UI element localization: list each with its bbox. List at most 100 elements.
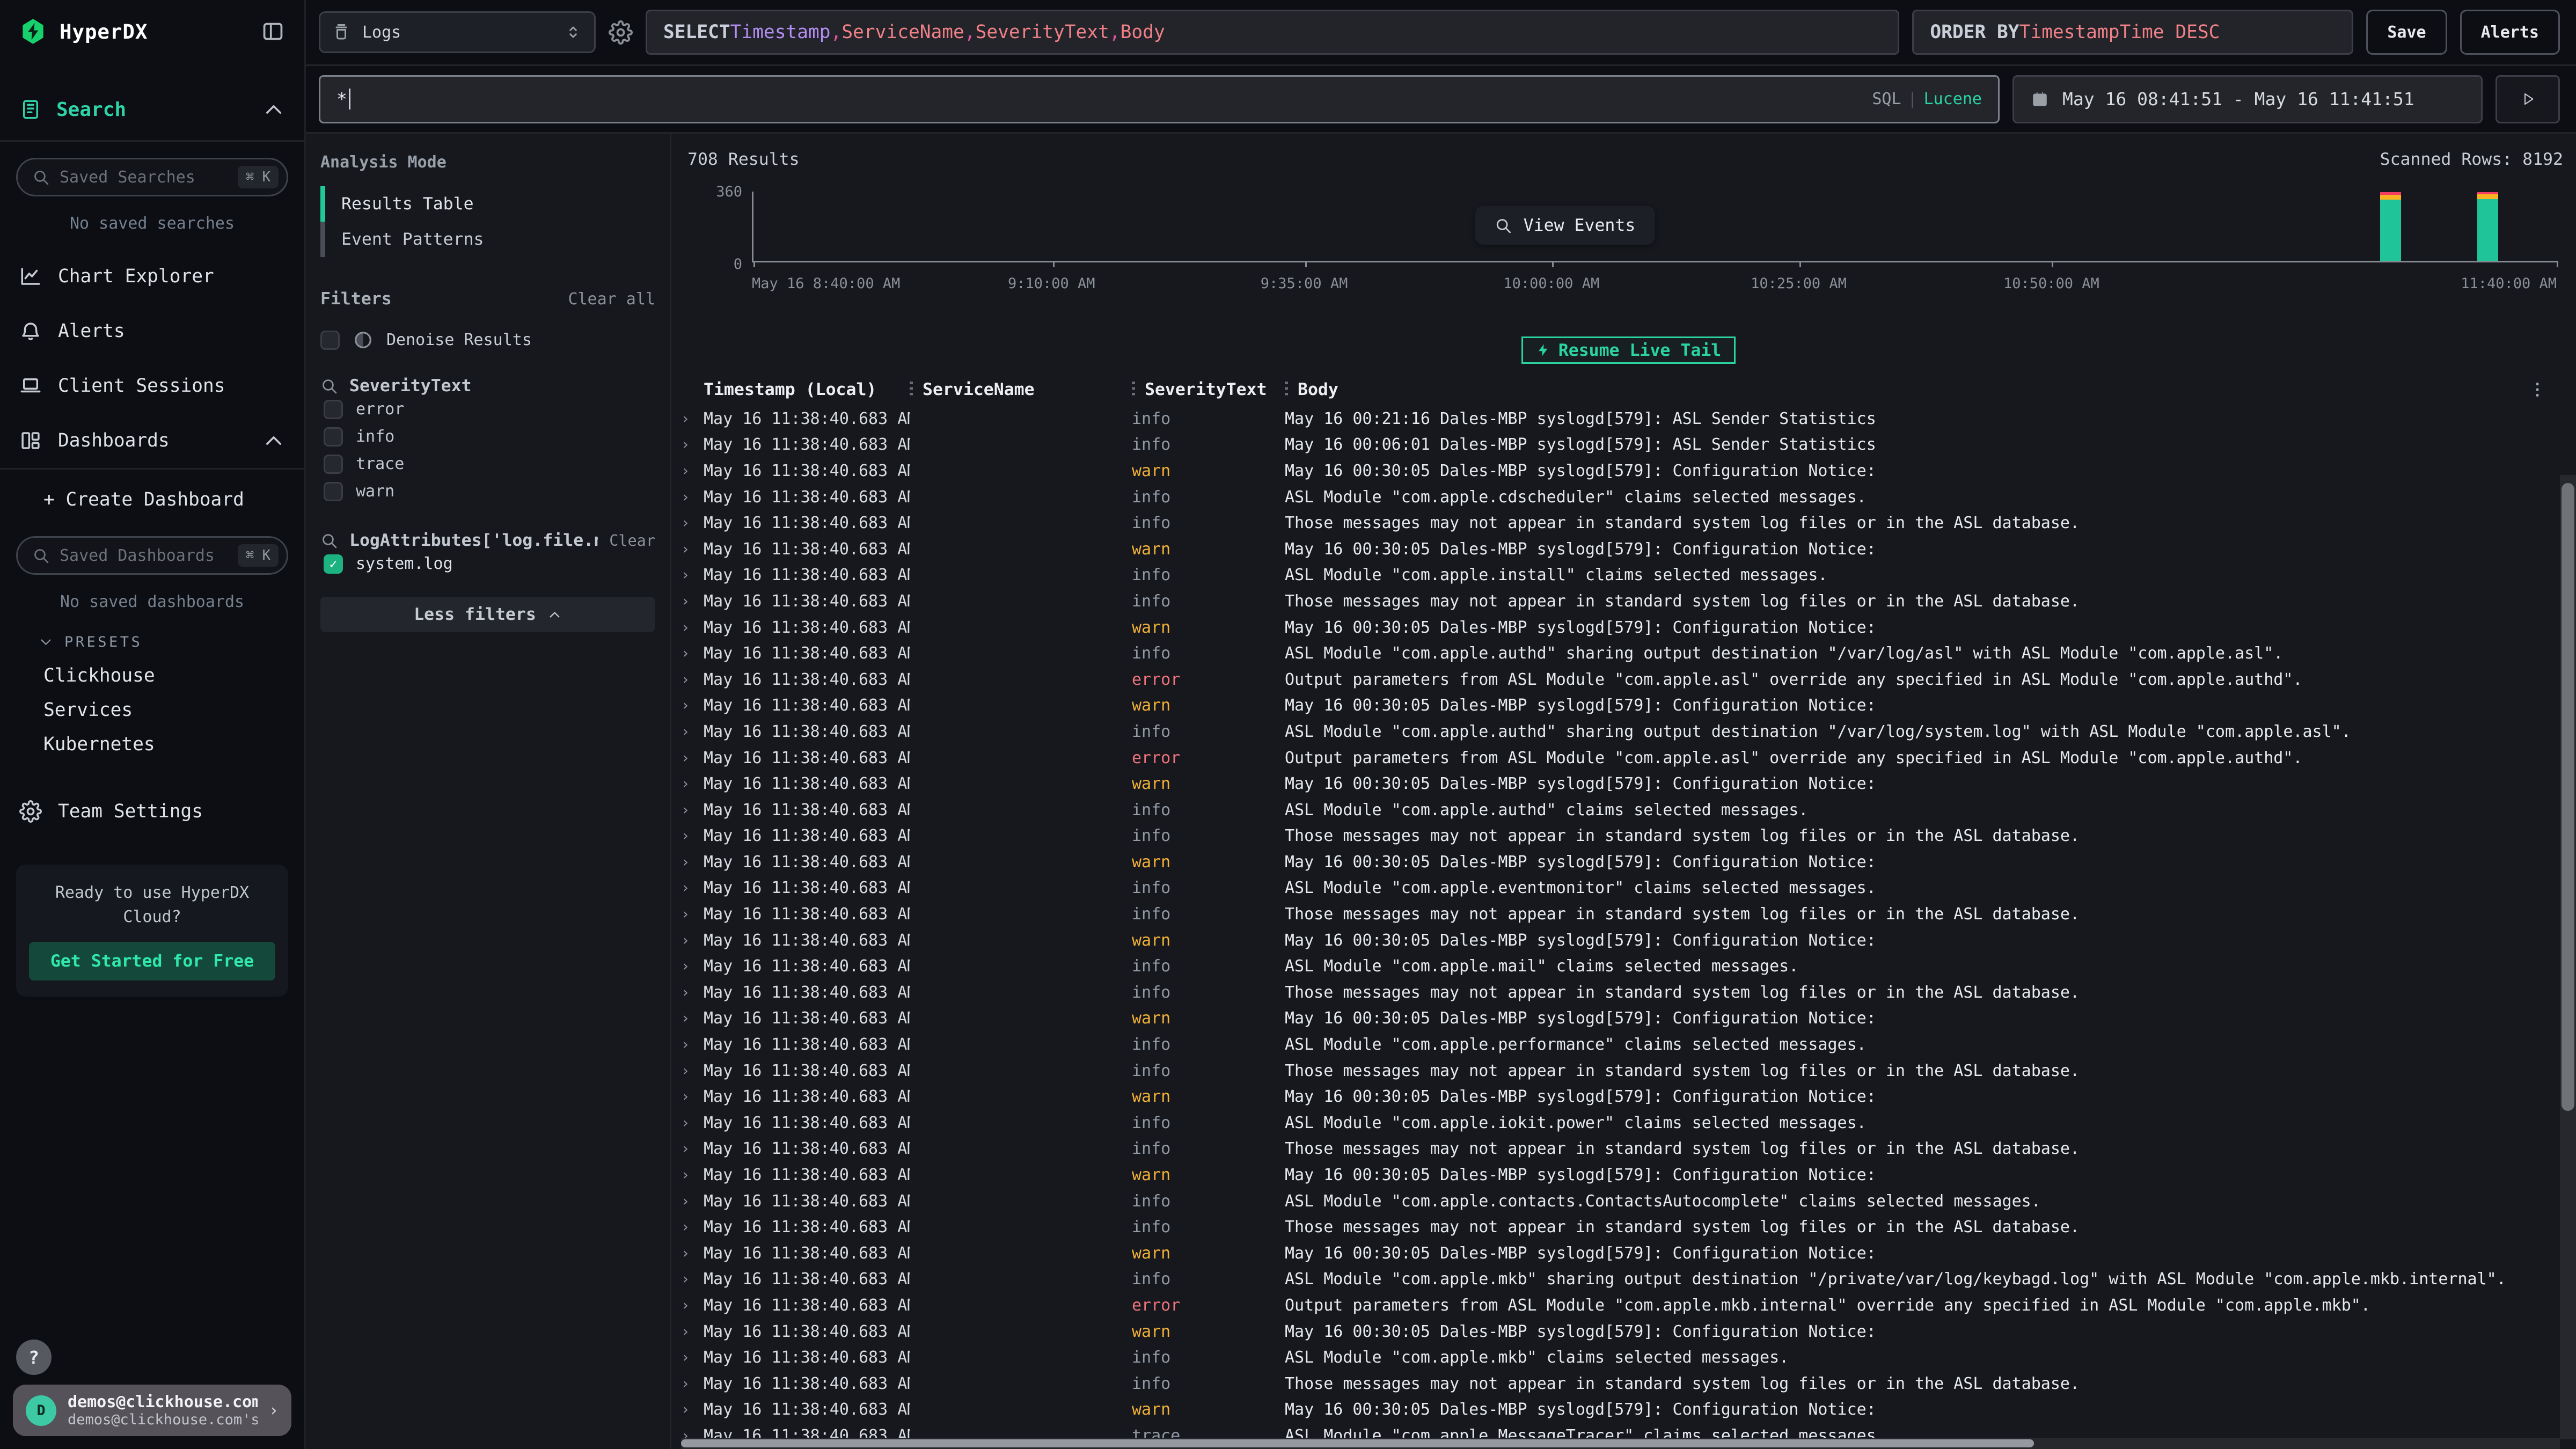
row-expand-icon[interactable]: › (681, 750, 704, 766)
checkbox[interactable] (324, 482, 343, 501)
table-row[interactable]: ›May 16 11:38:40.683 AMinfoASL Module "c… (681, 953, 2553, 979)
row-expand-icon[interactable]: › (681, 1375, 704, 1392)
search-icon[interactable] (320, 377, 338, 395)
table-row[interactable]: ›May 16 11:38:40.683 AMwarnMay 16 00:30:… (681, 1319, 2553, 1345)
row-expand-icon[interactable]: › (681, 436, 704, 453)
date-range-picker[interactable]: May 16 08:41:51 - May 16 11:41:51 (2012, 75, 2483, 123)
table-row[interactable]: ›May 16 11:38:40.683 AMwarnMay 16 00:30:… (681, 458, 2553, 484)
table-row[interactable]: ›May 16 11:38:40.683 AMerrorOutput param… (681, 1292, 2553, 1319)
histogram-bar[interactable] (2380, 192, 2401, 261)
sidebar-collapse-icon[interactable] (261, 19, 285, 43)
sidebar-item-search[interactable]: Search (0, 87, 304, 140)
clear-link[interactable]: Clear (609, 532, 655, 550)
select-columns-input[interactable]: SELECT Timestamp, ServiceName, SeverityT… (646, 10, 1899, 55)
filter-option-info[interactable]: info (320, 423, 655, 450)
histogram-bar[interactable] (2477, 192, 2498, 261)
sidebar-item-team-settings[interactable]: Team Settings (0, 784, 304, 839)
mode-event-patterns[interactable]: Event Patterns (320, 222, 655, 257)
checkbox[interactable] (324, 400, 343, 419)
table-row[interactable]: ›May 16 11:38:40.683 AMinfoMay 16 00:21:… (681, 406, 2553, 432)
table-row[interactable]: ›May 16 11:38:40.683 AMinfoThose message… (681, 1214, 2553, 1240)
table-row[interactable]: ›May 16 11:38:40.683 AMinfoThose message… (681, 1058, 2553, 1084)
table-row[interactable]: ›May 16 11:38:40.683 AMinfoASL Module "c… (681, 797, 2553, 823)
alerts-button[interactable]: Alerts (2460, 10, 2560, 55)
vertical-scrollbar-thumb[interactable] (2562, 483, 2574, 1111)
table-row[interactable]: ›May 16 11:38:40.683 AMinfoThose message… (681, 901, 2553, 927)
sidebar-item-client-sessions[interactable]: Client Sessions (0, 358, 304, 413)
row-expand-icon[interactable]: › (681, 1115, 704, 1131)
row-expand-icon[interactable]: › (681, 854, 704, 870)
row-expand-icon[interactable]: › (681, 906, 704, 923)
filter-option-trace[interactable]: trace (320, 450, 655, 478)
row-expand-icon[interactable]: › (681, 619, 704, 636)
row-expand-icon[interactable]: › (681, 1167, 704, 1183)
row-expand-icon[interactable]: › (681, 958, 704, 975)
row-expand-icon[interactable]: › (681, 984, 704, 1001)
table-row[interactable]: ›May 16 11:38:40.683 AMwarnMay 16 00:30:… (681, 1084, 2553, 1110)
row-expand-icon[interactable]: › (681, 593, 704, 610)
preset-clickhouse[interactable]: Clickhouse (0, 658, 304, 693)
mode-results-table[interactable]: Results Table (320, 186, 655, 222)
column-resize-handle[interactable] (1285, 382, 1288, 398)
column-resize-handle[interactable] (910, 382, 913, 398)
row-expand-icon[interactable]: › (681, 828, 704, 844)
column-resize-handle[interactable] (1132, 382, 1135, 398)
row-expand-icon[interactable]: › (681, 567, 704, 583)
row-expand-icon[interactable]: › (681, 671, 704, 688)
table-row[interactable]: ›May 16 11:38:40.683 AMinfoASL Module "c… (681, 719, 2553, 745)
table-row[interactable]: ›May 16 11:38:40.683 AMwarnMay 16 00:30:… (681, 536, 2553, 562)
row-expand-icon[interactable]: › (681, 1349, 704, 1366)
sidebar-item-alerts[interactable]: Alerts (0, 304, 304, 358)
saved-searches-input[interactable]: Saved Searches ⌘ K (16, 158, 288, 196)
table-row[interactable]: ›May 16 11:38:40.683 AMinfoMay 16 00:06:… (681, 432, 2553, 458)
table-row[interactable]: ›May 16 11:38:40.683 AMinfoASL Module "c… (681, 1188, 2553, 1214)
checkbox[interactable] (324, 455, 343, 474)
row-expand-icon[interactable]: › (681, 697, 704, 714)
row-expand-icon[interactable]: › (681, 463, 704, 479)
row-expand-icon[interactable]: › (681, 541, 704, 558)
create-dashboard-button[interactable]: + Create Dashboard (0, 476, 304, 520)
table-row[interactable]: ›May 16 11:38:40.683 AMinfoASL Module "c… (681, 640, 2553, 667)
row-expand-icon[interactable]: › (681, 1036, 704, 1053)
resume-live-tail-button[interactable]: Resume Live Tail (1521, 336, 1736, 364)
sidebar-item-chart-explorer[interactable]: Chart Explorer (0, 249, 304, 304)
table-row[interactable]: ›May 16 11:38:40.683 AMinfoASL Module "c… (681, 484, 2553, 510)
row-expand-icon[interactable]: › (681, 1219, 704, 1235)
row-expand-icon[interactable]: › (681, 1401, 704, 1418)
table-row[interactable]: ›May 16 11:38:40.683 AMinfoASL Module "c… (681, 562, 2553, 589)
denoise-option[interactable]: Denoise Results (320, 330, 655, 350)
table-row[interactable]: ›May 16 11:38:40.683 AMwarnMay 16 00:30:… (681, 614, 2553, 641)
search-query-input[interactable]: * SQL|Lucene (319, 75, 2000, 123)
row-expand-icon[interactable]: › (681, 645, 704, 662)
table-row[interactable]: ›May 16 11:38:40.683 AMwarnMay 16 00:30:… (681, 849, 2553, 875)
row-expand-icon[interactable]: › (681, 411, 704, 427)
row-expand-icon[interactable]: › (681, 1323, 704, 1340)
checkbox[interactable]: ✓ (324, 554, 343, 574)
preset-services[interactable]: Services (0, 693, 304, 727)
horizontal-scrollbar-thumb[interactable] (681, 1439, 2034, 1447)
row-expand-icon[interactable]: › (681, 1088, 704, 1105)
checkbox[interactable] (324, 427, 343, 447)
table-row[interactable]: ›May 16 11:38:40.683 AMwarnMay 16 00:30:… (681, 1397, 2553, 1423)
row-expand-icon[interactable]: › (681, 1297, 704, 1314)
table-row[interactable]: ›May 16 11:38:40.683 AMinfoThose message… (681, 1136, 2553, 1162)
column-header-servicename[interactable]: ServiceName (910, 380, 1132, 399)
table-row[interactable]: ›May 16 11:38:40.683 AMinfoThose message… (681, 510, 2553, 536)
row-expand-icon[interactable]: › (681, 1193, 704, 1210)
filter-option-error[interactable]: error (320, 396, 655, 423)
help-button[interactable]: ? (16, 1340, 52, 1375)
table-row[interactable]: ›May 16 11:38:40.683 AMinfoASL Module "c… (681, 1344, 2553, 1371)
column-header-body[interactable]: Body (1285, 380, 2528, 399)
row-expand-icon[interactable]: › (681, 1010, 704, 1027)
table-row[interactable]: ›May 16 11:38:40.683 AMinfoASL Module "c… (681, 875, 2553, 902)
view-events-button[interactable]: View Events (1475, 206, 1655, 245)
table-row[interactable]: ›May 16 11:38:40.683 AMinfoASL Module "c… (681, 1267, 2553, 1293)
table-row[interactable]: ›May 16 11:38:40.683 AMwarnMay 16 00:30:… (681, 1006, 2553, 1032)
search-icon[interactable] (320, 532, 338, 550)
less-filters-button[interactable]: Less filters (320, 597, 655, 632)
table-row[interactable]: ›May 16 11:38:40.683 AMwarnMay 16 00:30:… (681, 927, 2553, 954)
source-select[interactable]: Logs (319, 11, 596, 53)
preset-kubernetes[interactable]: Kubernetes (0, 727, 304, 762)
row-expand-icon[interactable]: › (681, 880, 704, 896)
table-row[interactable]: ›May 16 11:38:40.683 AMwarnMay 16 00:30:… (681, 1162, 2553, 1188)
